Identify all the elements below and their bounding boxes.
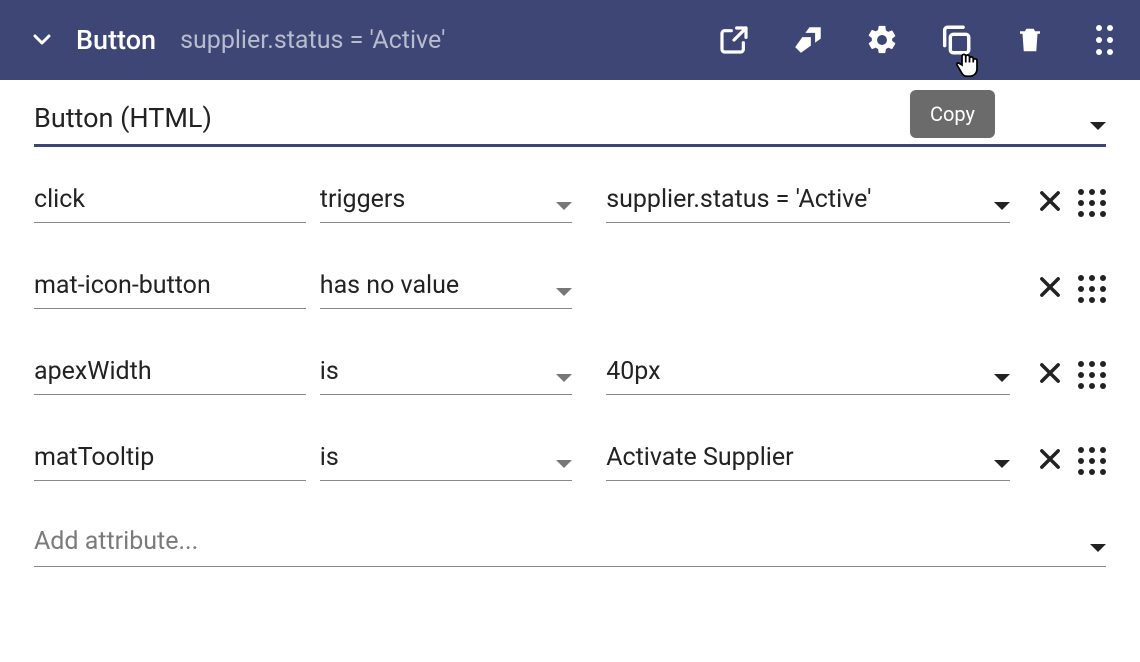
delete-button[interactable] (1012, 22, 1048, 58)
drag-handle[interactable] (1078, 189, 1106, 217)
header-subtitle: supplier.status = 'Active' (180, 26, 716, 55)
toolbar (716, 22, 1122, 58)
chevron-down-icon (556, 460, 572, 468)
attribute-name-field[interactable]: apexWidth (34, 357, 306, 395)
attribute-row: apexWidth is 40px (34, 357, 1106, 395)
content-area: Button (HTML) clicktriggerssupplier.stat… (0, 80, 1140, 567)
header-title: Button (76, 24, 156, 56)
add-attribute-row[interactable]: Add attribute... (34, 527, 1106, 567)
attribute-row: click triggers supplier.status = 'Active' (34, 185, 1106, 223)
open-external-button[interactable] (716, 22, 752, 58)
attribute-row: mat-icon-button has no value (34, 271, 1106, 309)
remove-attribute-button[interactable] (1036, 187, 1064, 219)
attribute-value: Activate Supplier (606, 443, 988, 472)
attribute-value-field[interactable]: supplier.status = 'Active' (606, 185, 1010, 223)
attribute-value-field[interactable]: 40px (606, 357, 1010, 395)
attribute-name: mat-icon-button (34, 271, 306, 300)
more-menu-button[interactable] (1086, 22, 1122, 58)
row-actions (1036, 445, 1106, 481)
chevron-down-icon (1084, 122, 1106, 134)
attribute-operator: has no value (320, 271, 550, 300)
drag-handle[interactable] (1078, 361, 1106, 389)
attribute-name: apexWidth (34, 357, 306, 386)
row-actions (1036, 187, 1106, 223)
chevron-down-icon (994, 374, 1010, 382)
add-attribute-placeholder: Add attribute... (34, 527, 1084, 556)
copy-tooltip: Copy (910, 90, 995, 138)
attribute-name-field[interactable]: matTooltip (34, 443, 306, 481)
chevron-down-icon (994, 460, 1010, 468)
chevron-down-icon (556, 202, 572, 210)
collapse-toggle[interactable] (28, 26, 56, 54)
chevron-down-icon (994, 202, 1010, 210)
attribute-operator: is (320, 443, 550, 472)
header-bar: Button supplier.status = 'Active' (0, 0, 1140, 80)
attribute-name-field[interactable]: click (34, 185, 306, 223)
attribute-value: supplier.status = 'Active' (606, 185, 988, 214)
attribute-operator-field[interactable]: has no value (320, 271, 572, 309)
row-actions (1036, 273, 1106, 309)
remove-attribute-button[interactable] (1036, 445, 1064, 477)
attribute-operator-field[interactable]: is (320, 357, 572, 395)
style-button[interactable] (790, 22, 826, 58)
copy-button[interactable] (938, 22, 974, 58)
remove-attribute-button[interactable] (1036, 359, 1064, 391)
attribute-row: matTooltip is Activate Supplier (34, 443, 1106, 481)
chevron-down-icon (556, 374, 572, 382)
drag-handle[interactable] (1078, 447, 1106, 475)
attribute-name: matTooltip (34, 443, 306, 472)
attribute-operator-field[interactable]: triggers (320, 185, 572, 223)
remove-attribute-button[interactable] (1036, 273, 1064, 305)
attribute-operator: is (320, 357, 550, 386)
attribute-operator-field[interactable]: is (320, 443, 572, 481)
attribute-name: click (34, 185, 306, 214)
drag-handle[interactable] (1078, 275, 1106, 303)
chevron-down-icon (1084, 544, 1106, 556)
attribute-operator: triggers (320, 185, 550, 214)
attribute-value: 40px (606, 357, 988, 386)
row-actions (1036, 359, 1106, 395)
attribute-value-field[interactable]: Activate Supplier (606, 443, 1010, 481)
attribute-name-field[interactable]: mat-icon-button (34, 271, 306, 309)
chevron-down-icon (556, 288, 572, 296)
settings-button[interactable] (864, 22, 900, 58)
